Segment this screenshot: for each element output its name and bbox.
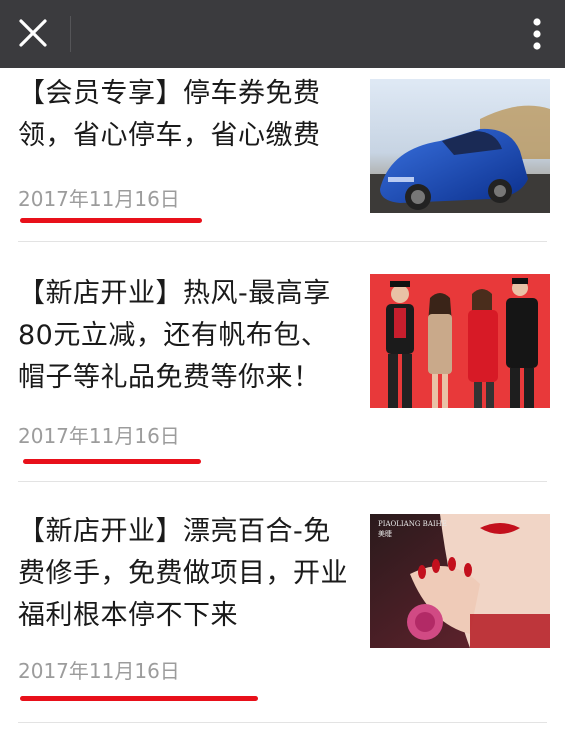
article-thumbnail: [370, 274, 550, 408]
article-thumbnail: [370, 79, 550, 213]
article-thumbnail: PIAOLIANG BAIHE 美睫: [370, 514, 550, 648]
article-item[interactable]: 【新店开业】热风-最高享80元立减，还有帆布包、帽子等礼品免费等你来！ 2017…: [18, 273, 550, 483]
article-separator: [18, 241, 547, 242]
article-separator: [18, 722, 547, 723]
red-underline-mark: [20, 218, 202, 223]
more-options-button[interactable]: [517, 10, 557, 58]
fashion-models-red-background-image: [370, 274, 550, 408]
article-date: 2017年11月16日: [18, 659, 180, 683]
article-list: 【会员专享】停车券免费领，省心停车，省心缴费 2017年11月16日 【新店开业…: [0, 68, 565, 750]
more-vertical-icon: [533, 18, 541, 50]
article-item[interactable]: 【会员专享】停车券免费领，省心停车，省心缴费 2017年11月16日: [18, 73, 550, 243]
topbar-divider: [70, 16, 71, 52]
top-navigation-bar: [0, 0, 565, 68]
article-date: 2017年11月16日: [18, 187, 180, 211]
red-underline-mark: [23, 459, 201, 464]
article-title: 【新店开业】漂亮百合-免费修手，免费做项目，开业福利根本停不下来: [18, 516, 348, 631]
red-nails-lips-beauty-image: PIAOLIANG BAIHE 美睫: [370, 514, 550, 648]
svg-text:美睫: 美睫: [378, 529, 392, 538]
close-button[interactable]: [8, 8, 58, 58]
svg-text:PIAOLIANG BAIHE: PIAOLIANG BAIHE: [378, 520, 447, 528]
blue-sports-car-image: [370, 79, 550, 213]
red-underline-mark: [20, 696, 258, 701]
close-icon: [19, 19, 47, 47]
article-title: 【会员专享】停车券免费领，省心停车，省心缴费: [18, 78, 321, 151]
article-separator: [18, 481, 547, 482]
article-date: 2017年11月16日: [18, 424, 180, 448]
article-item[interactable]: 【新店开业】漂亮百合-免费修手，免费做项目，开业福利根本停不下来 2017年11…: [18, 511, 550, 741]
article-title: 【新店开业】热风-最高享80元立减，还有帆布包、帽子等礼品免费等你来！: [18, 278, 331, 393]
